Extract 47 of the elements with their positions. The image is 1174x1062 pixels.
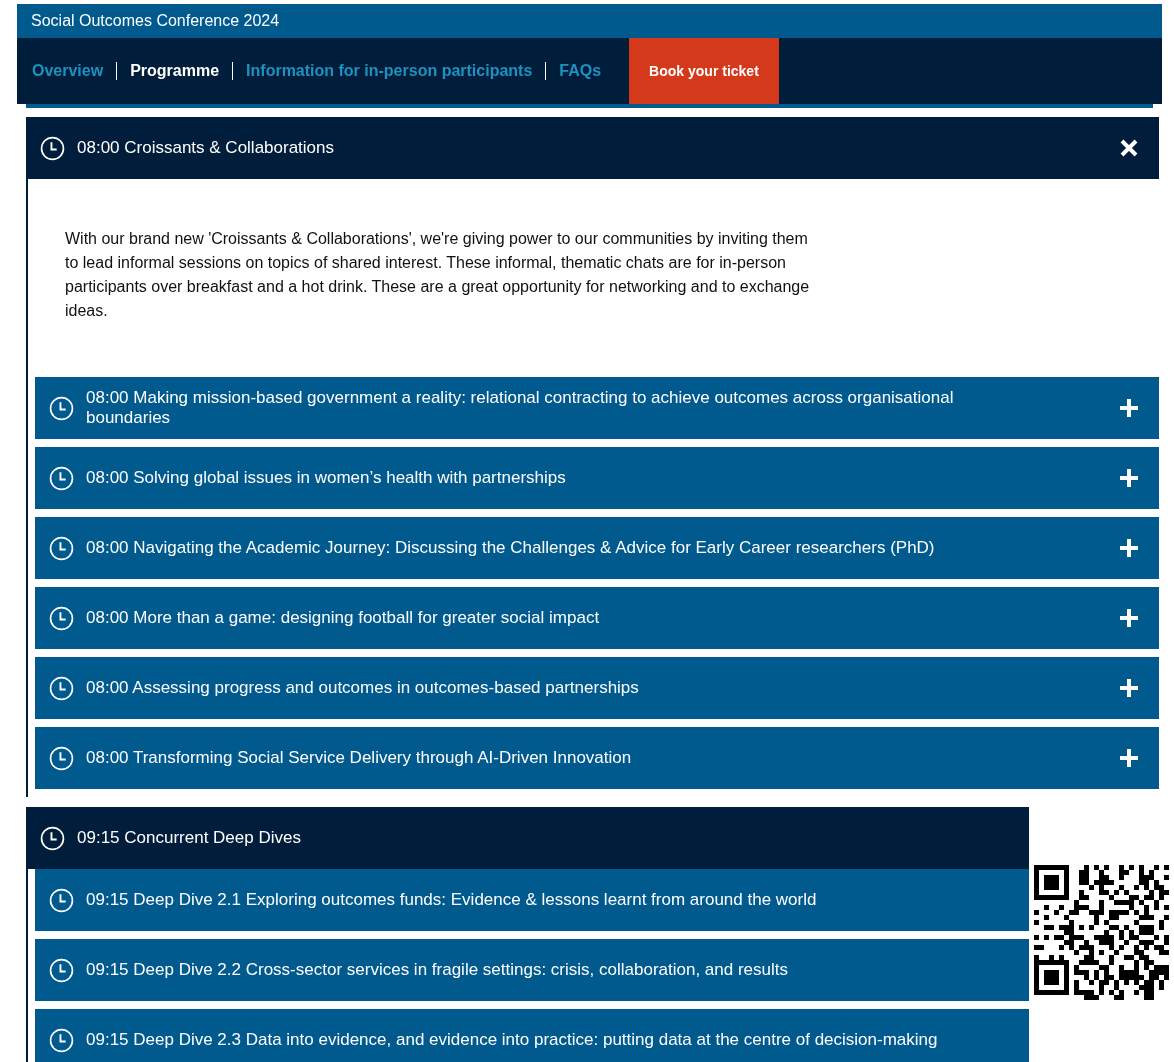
- subsession-header[interactable]: 09:15 Deep Dive 2.3 Data into evidence, and evidence into practice: putting data at the centre of decision-making: [35, 1009, 1031, 1062]
- nav-tab[interactable]: Programme: [130, 62, 220, 80]
- session-title: 08:00 Making mission-based government a reality: relational contracting to achieve outcomes across organisational boundaries: [86, 388, 955, 428]
- clock-icon: [49, 535, 74, 561]
- subsession-header[interactable]: 08:00 Navigating the Academic Journey: Discussing the Challenges & Advice for Early Career researchers (PhD): [35, 517, 1159, 579]
- session-header[interactable]: 08:00 Croissants & Collaborations: [28, 117, 1159, 179]
- session-title: 08:00 Navigating the Academic Journey: Discussing the Challenges & Advice for Early Career researchers (PhD): [86, 538, 936, 558]
- clock-icon: [49, 395, 74, 421]
- plus-icon[interactable]: [1119, 678, 1139, 698]
- close-icon[interactable]: [1119, 138, 1139, 158]
- session-title: 09:15 Deep Dive 2.3 Data into evidence, and evidence into practice: putting data at the centre of decision-making: [86, 1030, 939, 1050]
- clock-icon: [40, 135, 65, 161]
- clock-icon: [49, 957, 74, 983]
- subsession-header[interactable]: 08:00 Transforming Social Service Delivery through AI-Driven Innovation: [35, 727, 1159, 789]
- nav-tab[interactable]: FAQs: [559, 62, 602, 80]
- session-title: 08:00 More than a game: designing football for greater social impact: [86, 608, 601, 628]
- site-title: Social Outcomes Conference 2024: [31, 12, 280, 30]
- nav-tab[interactable]: Information for in-person participants: [246, 62, 533, 80]
- subsession-header[interactable]: 09:15 Deep Dive 2.1 Exploring outcomes funds: Evidence & lessons learnt from around the world: [35, 869, 1031, 931]
- session-header[interactable]: 09:15 Concurrent Deep Dives: [28, 807, 1031, 869]
- clock-icon: [49, 1027, 74, 1053]
- book-ticket-button[interactable]: Book your ticket: [629, 38, 779, 104]
- session-title: 09:15 Deep Dive 2.2 Cross-sector services in fragile settings: crisis, collaboration, and results: [86, 960, 790, 980]
- clock-icon: [49, 605, 74, 631]
- clock-icon: [49, 745, 74, 771]
- subsession-header[interactable]: 08:00 Making mission-based government a reality: relational contracting to achieve outcomes across organisational boundaries: [35, 377, 1159, 439]
- plus-icon[interactable]: [1119, 468, 1139, 488]
- subsession-header[interactable]: 08:00 More than a game: designing football for greater social impact: [35, 587, 1159, 649]
- session-title: 08:00 Solving global issues in women’s health with partnerships: [86, 468, 567, 488]
- nav-tab[interactable]: Overview: [32, 62, 104, 80]
- plus-icon[interactable]: [1119, 748, 1139, 768]
- clock-icon: [49, 675, 74, 701]
- subsession-header[interactable]: 09:15 Deep Dive 2.2 Cross-sector services in fragile settings: crisis, collaboration, and results: [35, 939, 1031, 1001]
- subsession-header[interactable]: 08:00 Solving global issues in women’s health with partnerships: [35, 447, 1159, 509]
- session-title: 08:00 Transforming Social Service Delivery through AI-Driven Innovation: [86, 748, 633, 768]
- subsession-header[interactable]: 08:00 Assessing progress and outcomes in outcomes-based partnerships: [35, 657, 1159, 719]
- clock-icon: [49, 887, 74, 913]
- session-description: With our brand new 'Croissants & Collaborations', we're giving power to our communities by inviting them to lead informal sessions on topics of shared interest. These informal, thematic chats are for in-person participants over breakfast and a hot drink. These are a great opportunity for networking and to exchange ideas.: [65, 229, 811, 321]
- session-title: 09:15 Deep Dive 2.1 Exploring outcomes funds: Evidence & lessons learnt from around the world: [86, 890, 818, 910]
- clock-icon: [49, 465, 74, 491]
- clock-icon: [40, 825, 65, 851]
- plus-icon[interactable]: [1119, 608, 1139, 628]
- session-title: 08:00 Assessing progress and outcomes in outcomes-based partnerships: [86, 678, 640, 698]
- session-title: 08:00 Croissants & Collaborations: [77, 138, 336, 158]
- session-title: 09:15 Concurrent Deep Dives: [77, 828, 302, 848]
- plus-icon[interactable]: [1119, 538, 1139, 558]
- plus-icon[interactable]: [1119, 398, 1139, 418]
